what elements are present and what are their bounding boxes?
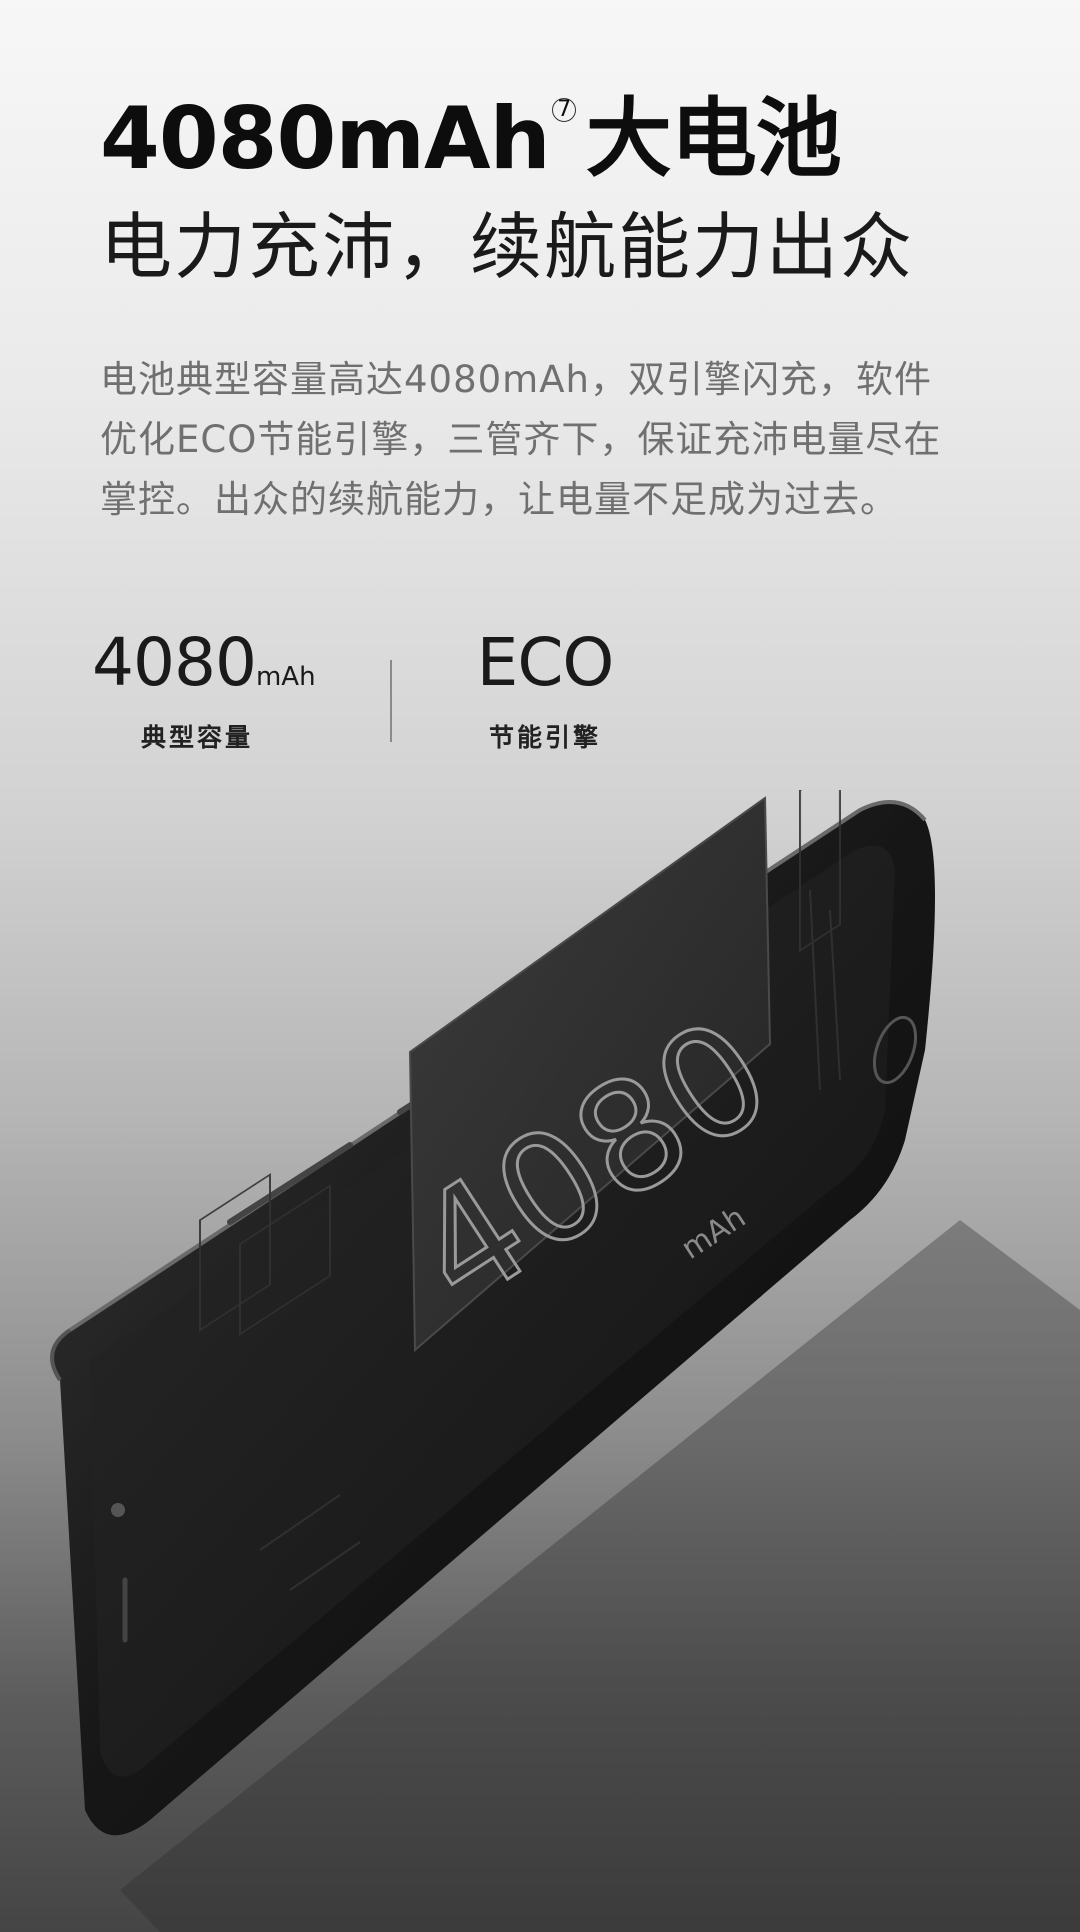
title-suffix: 大电池: [585, 89, 842, 189]
stat-number: 4080: [92, 624, 257, 701]
stat-label: 典型容量: [140, 723, 253, 752]
hero-section: 4080mAh 7 大电池 电力充沛，续航能力出众: [100, 96, 1000, 286]
description-text: 电池典型容量高达4080mAh，双引擎闪充，软件优化ECO节能引擎，三管齐下，保…: [100, 358, 942, 521]
footnote-marker: 7: [551, 98, 576, 122]
phone-svg: 4080 mAh: [50, 790, 1080, 1932]
stat-number: ECO: [476, 624, 615, 701]
stats-divider: [390, 660, 392, 742]
stat-label: 节能引擎: [488, 723, 601, 752]
stat-eco: ECO 节能引擎: [440, 630, 650, 754]
page-title: 4080mAh 7 大电池: [100, 96, 1000, 182]
page-subtitle: 电力充沛，续航能力出众: [100, 205, 915, 289]
phone-illustration: 4080 mAh: [0, 790, 1080, 1932]
stats-row: 4080mAh 典型容量 ECO 节能引擎: [0, 630, 1080, 770]
stat-unit: mAh: [255, 662, 316, 692]
title-capacity: 4080mAh: [100, 89, 551, 189]
stat-value: ECO: [440, 630, 650, 696]
front-camera-icon: [111, 1503, 125, 1517]
stat-value: 4080mAh: [92, 630, 316, 696]
stat-capacity: 4080mAh 典型容量: [92, 630, 316, 754]
